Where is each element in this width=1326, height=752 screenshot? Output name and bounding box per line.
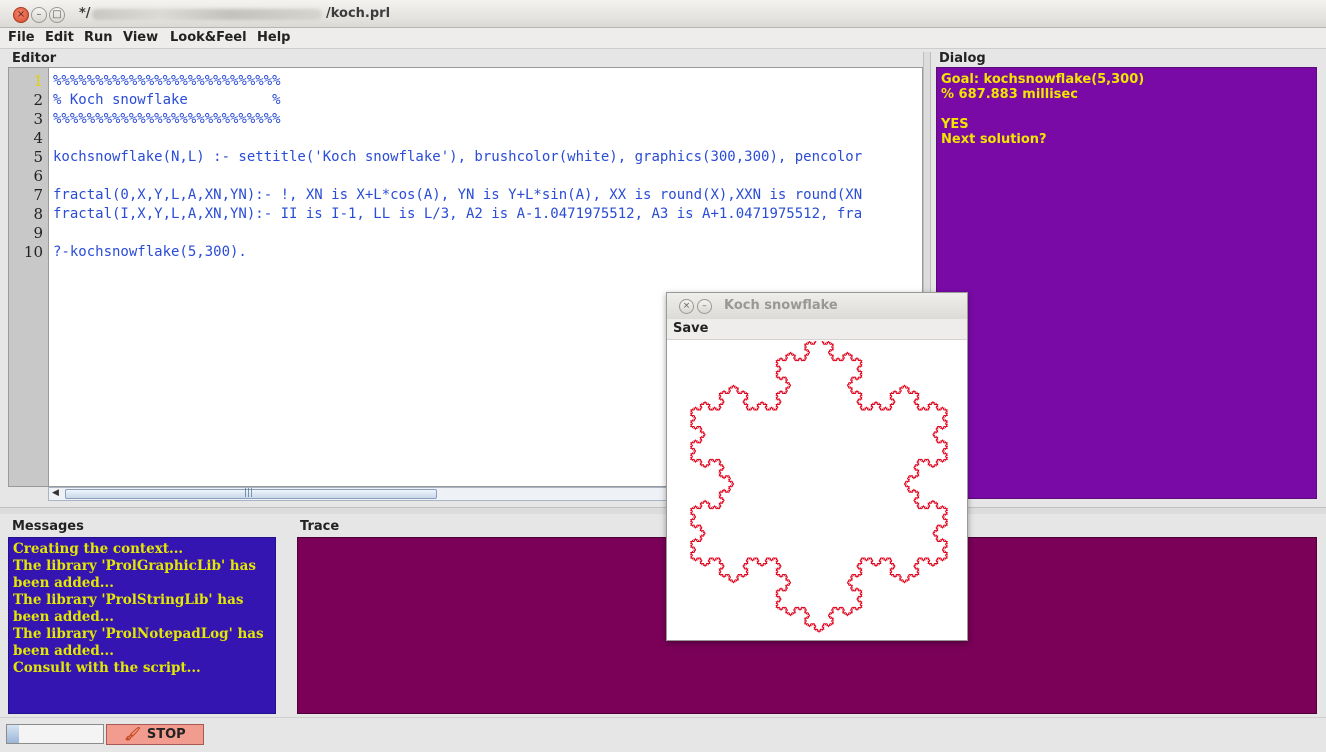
line-number: 8	[33, 205, 43, 223]
line-number: 10	[23, 243, 43, 261]
koch-window-title: Koch snowflake	[724, 298, 838, 313]
dialog-line: Goal: kochsnowflake(5,300)	[941, 72, 1145, 87]
line-number: 3	[33, 110, 43, 128]
status-bar: 🖌 STOP	[0, 717, 1326, 752]
dialog-line: YES	[941, 117, 969, 132]
koch-save-menu[interactable]: Save	[673, 321, 708, 336]
message-line: Consult with the script...	[13, 660, 201, 676]
line-number: 4	[33, 129, 43, 147]
dialog-line: % 687.883 millisec	[941, 87, 1078, 102]
code-line: % Koch snowflake %	[53, 92, 281, 108]
horizontal-split-divider[interactable]	[0, 507, 1326, 514]
window-titlebar: × – □ */ /koch.prl	[0, 0, 1326, 28]
window-title-filename: /koch.prl	[326, 6, 391, 21]
line-number: 9	[33, 224, 43, 242]
dialog-line	[941, 102, 1312, 117]
koch-snowflake-curve	[689, 341, 949, 633]
dialog-line: Next solution?	[941, 132, 1047, 147]
line-number: 1	[33, 72, 43, 90]
menu-file[interactable]: File	[8, 30, 35, 45]
code-line: %%%%%%%%%%%%%%%%%%%%%%%%%%%	[53, 73, 281, 89]
koch-window-titlebar[interactable]: × – Koch snowflake	[667, 293, 967, 319]
menu-help[interactable]: Help	[257, 30, 290, 45]
message-line: The library 'ProlStringLib' has been add…	[13, 592, 244, 625]
progress-bar	[6, 724, 104, 744]
line-number: 2	[33, 91, 43, 109]
message-line: The library 'ProlGraphicLib' has been ad…	[13, 558, 256, 591]
line-number-gutter: 1 2 3 4 5 6 7 8 9 10	[9, 68, 49, 486]
koch-close-button[interactable]: ×	[679, 299, 694, 314]
line-number: 5	[33, 148, 43, 166]
stop-button[interactable]: 🖌 STOP	[106, 724, 204, 745]
menu-view[interactable]: View	[123, 30, 158, 45]
code-line: fractal(0,X,Y,L,A,XN,YN):- !, XN is X+L*…	[53, 187, 863, 203]
stop-brush-icon: 🖌	[124, 727, 141, 742]
code-line: kochsnowflake(N,L) :- settitle('Koch sno…	[53, 149, 863, 165]
message-line: Creating the context...	[13, 541, 184, 557]
code-line: %%%%%%%%%%%%%%%%%%%%%%%%%%%	[53, 111, 281, 127]
menubar: File Edit Run View Look&Feel Help	[0, 28, 1326, 49]
window-title-prefix: */	[79, 6, 91, 21]
editor-panel-title: Editor	[12, 51, 57, 66]
scroll-left-arrow-icon[interactable]: ◀	[52, 488, 59, 498]
dialog-output-area[interactable]: Goal: kochsnowflake(5,300) % 687.883 mil…	[936, 67, 1317, 499]
window-minimize-button[interactable]: –	[31, 7, 47, 23]
menu-edit[interactable]: Edit	[45, 30, 74, 45]
koch-snowflake-canvas	[689, 341, 949, 633]
koch-minimize-button[interactable]: –	[697, 299, 712, 314]
menu-look-and-feel[interactable]: Look&Feel	[170, 30, 247, 45]
koch-menubar: Save	[667, 319, 967, 340]
messages-output-area[interactable]: Creating the context... The library 'Pro…	[8, 537, 276, 714]
koch-snowflake-window: × – Koch snowflake Save	[666, 292, 968, 641]
code-line: ?-kochsnowflake(5,300).	[53, 244, 247, 260]
scroll-grip-icon: |||	[244, 488, 254, 498]
trace-panel-title: Trace	[300, 519, 340, 534]
dialog-panel-title: Dialog	[939, 51, 986, 66]
line-number: 7	[33, 186, 43, 204]
message-line: The library 'ProlNotepadLog' has been ad…	[13, 626, 264, 659]
window-close-button[interactable]: ×	[13, 7, 29, 23]
menu-run[interactable]: Run	[84, 30, 113, 45]
scrollbar-thumb[interactable]: |||	[65, 488, 437, 499]
stop-button-label: STOP	[146, 727, 186, 742]
progress-bar-fill	[7, 725, 19, 743]
window-title-redacted-path	[92, 9, 322, 20]
code-line: fractal(I,X,Y,L,A,XN,YN):- II is I-1, LL…	[53, 206, 863, 222]
line-number: 6	[33, 167, 43, 185]
messages-panel-title: Messages	[12, 519, 84, 534]
window-maximize-button[interactable]: □	[49, 7, 65, 23]
